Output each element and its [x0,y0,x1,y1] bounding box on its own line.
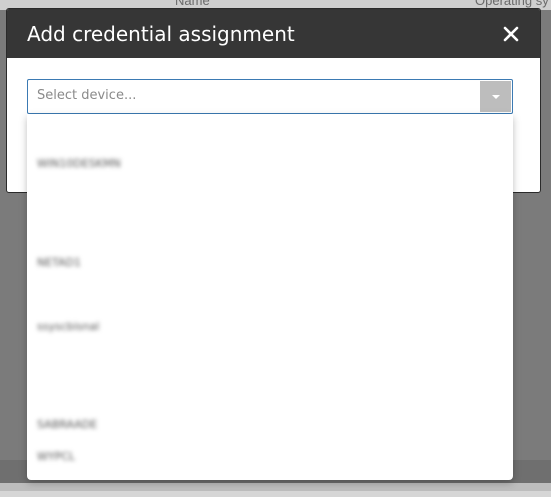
device-select-placeholder: Select device... [37,88,137,103]
device-select[interactable]: Select device... [27,79,513,114]
dialog-header: Add credential assignment [7,9,540,58]
close-icon [503,26,519,41]
caret-down-icon [491,94,500,99]
close-button[interactable] [500,23,522,45]
column-header-name: Name [175,0,210,8]
background-footer-strip-light [0,491,551,497]
column-header-operating-system: Operating sy [475,0,549,8]
device-select-toggle[interactable] [480,81,511,112]
device-option[interactable]: WIN10DESKMN [37,157,121,170]
device-option[interactable]: SABRAADE [37,418,97,431]
device-option[interactable]: ssyscbisnal [37,320,99,333]
device-option[interactable]: WYPCL [37,450,75,463]
dialog-title: Add credential assignment [27,21,295,46]
device-dropdown-list: WIN10DESKMN NETAD1 ssyscbisnal SABRAADE … [27,114,513,480]
device-option[interactable]: NETAD1 [37,256,81,269]
